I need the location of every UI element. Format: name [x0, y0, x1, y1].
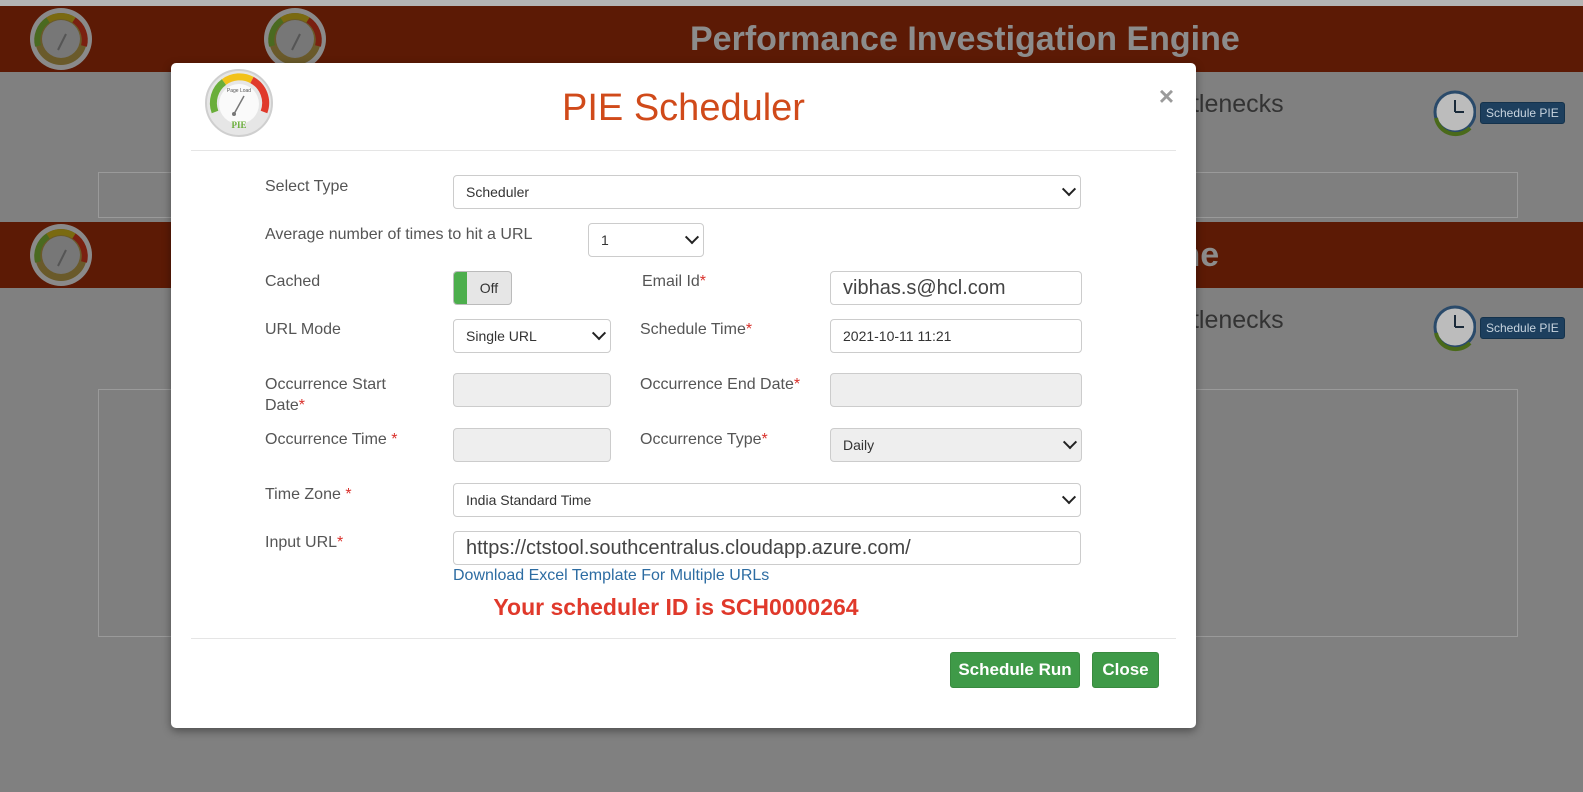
schedule-pie-area[interactable]: Schedule PIE	[1430, 303, 1565, 353]
time-zone-value: India Standard Time	[466, 492, 592, 508]
modal-footer	[191, 638, 1176, 639]
input-url-label: Input URL*	[265, 534, 344, 551]
schedule-time-label: Schedule Time*	[640, 321, 753, 338]
banner-title: Performance Investigation Engine	[690, 20, 1240, 58]
toggle-text: Off	[479, 280, 499, 296]
select-type-value: Scheduler	[466, 184, 530, 200]
cached-label: Cached	[265, 273, 321, 290]
hits-label: Average number of times to hit a URL	[265, 226, 533, 243]
chevron-down-icon	[1062, 435, 1078, 450]
email-label: Email Id*	[642, 273, 707, 290]
occurrence-end-date-field[interactable]	[830, 373, 1082, 407]
url-mode-value: Single URL	[466, 328, 537, 344]
url-mode-label: URL Mode	[265, 321, 341, 338]
chevron-down-icon	[684, 230, 700, 245]
download-template-link[interactable]: Download Excel Template For Multiple URL…	[453, 567, 769, 585]
scheduler-modal: Page Load PIE PIE Scheduler × Select Typ…	[171, 63, 1196, 728]
modal-header: Page Load PIE PIE Scheduler ×	[191, 63, 1176, 151]
clock-icon	[1433, 90, 1476, 137]
occurrence-start-date-field[interactable]	[453, 373, 611, 407]
hits-value: 1	[601, 232, 609, 248]
occurrence-start-label: Occurrence Start Date*	[265, 376, 386, 414]
chevron-down-icon	[1061, 182, 1077, 197]
chevron-down-icon	[1061, 490, 1077, 505]
toggle-handle	[454, 272, 467, 304]
hits-dropdown[interactable]: 1	[588, 223, 704, 257]
select-type-dropdown[interactable]: Scheduler	[453, 175, 1081, 209]
background-subtitle: ttlenecks	[1185, 306, 1284, 334]
email-field[interactable]: vibhas.s@hcl.com	[830, 271, 1082, 305]
occurrence-end-label: Occurrence End Date*	[640, 376, 801, 393]
occurrence-time-label: Occurrence Time *	[265, 431, 398, 448]
schedule-run-button[interactable]: Schedule Run	[950, 652, 1080, 688]
close-icon[interactable]: ×	[1159, 83, 1174, 109]
occurrence-type-value: Daily	[843, 437, 875, 453]
input-url-field[interactable]: https://ctstool.southcentralus.cloudapp.…	[453, 531, 1081, 565]
time-zone-dropdown[interactable]: India Standard Time	[453, 483, 1081, 517]
url-mode-dropdown[interactable]: Single URL	[453, 319, 611, 353]
schedule-pie-area[interactable]: Schedule PIE	[1430, 88, 1565, 138]
occurrence-type-dropdown[interactable]: Daily	[830, 428, 1082, 462]
background-subtitle: ttlenecks	[1185, 90, 1284, 118]
chevron-down-icon	[591, 326, 607, 341]
scheduler-id-message: Your scheduler ID is SCH0000264	[493, 594, 859, 620]
cached-toggle[interactable]: Off	[453, 271, 512, 305]
schedule-time-field[interactable]: 2021-10-11 11:21	[830, 319, 1082, 353]
select-type-label: Select Type	[265, 178, 349, 195]
occurrence-type-label: Occurrence Type*	[640, 431, 768, 448]
schedule-pie-button[interactable]: Schedule PIE	[1480, 317, 1565, 339]
occurrence-time-field[interactable]	[453, 428, 611, 462]
clock-icon	[1433, 305, 1476, 352]
schedule-pie-button[interactable]: Schedule PIE	[1480, 102, 1565, 124]
pie-logo-icon	[30, 8, 92, 70]
pie-logo-icon	[30, 224, 92, 286]
modal-title: PIE Scheduler	[562, 87, 805, 129]
close-button[interactable]: Close	[1092, 652, 1159, 688]
time-zone-label: Time Zone *	[265, 486, 352, 503]
